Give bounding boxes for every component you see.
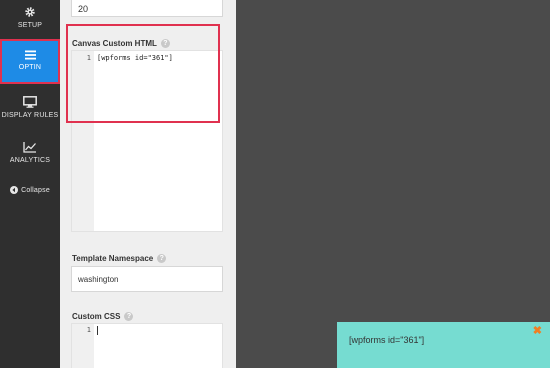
template-namespace-label: Template Namespace ? <box>72 254 167 263</box>
custom-css-label-text: Custom CSS <box>72 312 121 321</box>
nav-setup-label: SETUP <box>17 22 43 29</box>
preview-text: [wpforms id="361"] <box>349 335 425 345</box>
nav-setup[interactable]: SETUP <box>0 6 60 29</box>
left-nav: SETUP OPTIN DISPLAY RULES ANALYTICS Coll… <box>0 0 60 368</box>
nav-analytics[interactable]: ANALYTICS <box>0 141 60 164</box>
line-number: 1 <box>86 326 91 334</box>
custom-css-label: Custom CSS ? <box>72 312 134 321</box>
nav-optin-label: OPTIN <box>18 64 42 71</box>
text-cursor <box>97 326 98 335</box>
collapse-arrow-icon <box>10 186 19 194</box>
nav-optin[interactable]: OPTIN <box>0 39 60 84</box>
optin-preview: [wpforms id="361"] ✖ <box>337 322 550 368</box>
template-namespace-value: washington <box>78 275 119 284</box>
line-chart-icon <box>23 142 36 153</box>
collapse-button[interactable]: Collapse <box>0 186 60 194</box>
nav-display-rules[interactable]: DISPLAY RULES <box>0 96 60 119</box>
help-icon[interactable]: ? <box>124 312 134 321</box>
number-field[interactable]: 20 <box>71 0 223 17</box>
nav-display-rules-label: DISPLAY RULES <box>1 112 59 119</box>
collapse-label: Collapse <box>21 186 50 194</box>
template-namespace-input[interactable]: washington <box>71 266 223 292</box>
help-icon[interactable]: ? <box>157 254 167 263</box>
nav-analytics-label: ANALYTICS <box>9 157 51 164</box>
monitor-icon <box>23 96 37 108</box>
number-field-value: 20 <box>78 4 89 14</box>
hamburger-icon <box>24 50 36 60</box>
close-icon[interactable]: ✖ <box>533 326 542 337</box>
custom-css-editor[interactable]: 1 <box>71 323 223 368</box>
gear-icon <box>25 7 35 17</box>
highlight-box <box>66 24 220 123</box>
template-namespace-label-text: Template Namespace <box>72 254 154 263</box>
